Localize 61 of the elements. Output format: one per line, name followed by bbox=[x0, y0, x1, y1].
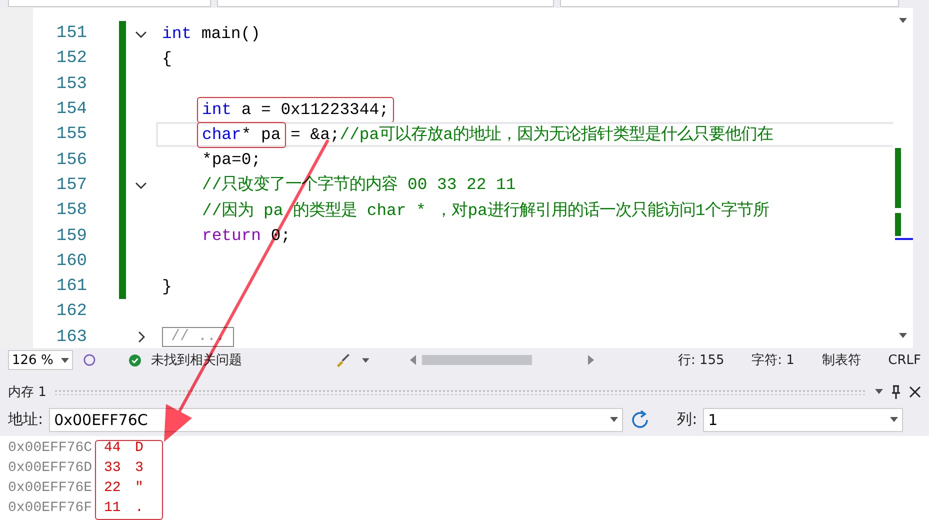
line-indicator: 行: 155 bbox=[678, 352, 724, 369]
code-line: { bbox=[161, 48, 173, 69]
line-number: 154 bbox=[55, 100, 87, 120]
scroll-down-icon bbox=[899, 333, 907, 338]
line-number: 162 bbox=[55, 302, 87, 322]
code-line: *pa=0; bbox=[201, 150, 262, 170]
caret-position-marker bbox=[895, 238, 913, 240]
memory-value: 33 bbox=[103, 460, 122, 476]
check-circle-icon bbox=[128, 354, 141, 366]
dropdown-field[interactable] bbox=[216, 0, 554, 7]
code-line: //因为 pa 的类型是 char * ，对pa进行解引用的话一次只能访问1个字节所 bbox=[201, 200, 770, 221]
memory-value: 11 bbox=[103, 500, 122, 516]
dropdown-field[interactable] bbox=[8, 0, 211, 7]
dropdown-caret-icon bbox=[890, 417, 898, 422]
line-number: 157 bbox=[55, 176, 87, 195]
code-line: int main() bbox=[161, 24, 262, 44]
columns-label: 列: bbox=[677, 410, 698, 430]
address-label: 地址: bbox=[8, 410, 44, 430]
scroll-left-icon[interactable] bbox=[410, 355, 416, 365]
scroll-up-icon bbox=[899, 18, 907, 23]
memory-char: " bbox=[135, 480, 144, 496]
memory-char: D bbox=[135, 440, 144, 456]
dropdown-caret-icon bbox=[610, 417, 618, 422]
memory-address: 0x00EFF76E bbox=[8, 480, 94, 496]
close-icon[interactable] bbox=[909, 386, 921, 398]
dropdown-caret-icon bbox=[61, 358, 70, 362]
panel-title: 内存 1 bbox=[8, 384, 46, 401]
dropdown-caret-icon bbox=[875, 389, 883, 394]
line-number: 152 bbox=[55, 49, 87, 68]
horizontal-scrollbar[interactable] bbox=[410, 355, 594, 365]
memory-char: . bbox=[135, 500, 144, 516]
pin-icon[interactable] bbox=[891, 384, 901, 399]
brush-icon[interactable] bbox=[335, 352, 352, 368]
line-number: 158 bbox=[55, 201, 87, 220]
memory-address: 0x00EFF76F bbox=[8, 500, 94, 516]
line-number: 160 bbox=[55, 252, 87, 271]
dropdown-caret-icon bbox=[362, 358, 370, 362]
memory-value: 22 bbox=[103, 480, 122, 496]
line-number: 155 bbox=[55, 125, 87, 144]
line-number: 153 bbox=[55, 74, 87, 94]
change-marker bbox=[895, 213, 901, 236]
columns-dropdown[interactable]: 1 bbox=[703, 408, 904, 432]
scroll-right-icon[interactable] bbox=[588, 355, 594, 365]
memory-char: 3 bbox=[135, 460, 144, 476]
line-number: 163 bbox=[55, 328, 87, 347]
char-indicator: 字符: 1 bbox=[752, 352, 794, 369]
memory-address: 0x00EFF76C bbox=[8, 440, 94, 456]
code-line: } bbox=[161, 276, 173, 297]
memory-address: 0x00EFF76D bbox=[8, 460, 94, 476]
dropdown-field[interactable] bbox=[560, 0, 899, 7]
indent-indicator[interactable]: 制表符 bbox=[822, 351, 861, 369]
memory-value: 44 bbox=[103, 440, 122, 456]
line-number: 156 bbox=[55, 150, 87, 170]
line-number: 161 bbox=[55, 277, 87, 296]
zoom-dropdown[interactable]: 126 % bbox=[8, 350, 74, 370]
address-field[interactable]: 0x00EFF76C bbox=[49, 408, 624, 432]
code-line: char* pa = &a;//pa可以存放a的地址，因为无论指针类型是什么只要他们在 bbox=[197, 122, 778, 148]
line-ending-indicator[interactable]: CRLF bbox=[888, 352, 921, 368]
line-number: 159 bbox=[55, 226, 87, 246]
line-number: 151 bbox=[55, 24, 87, 44]
change-marker bbox=[895, 148, 901, 208]
